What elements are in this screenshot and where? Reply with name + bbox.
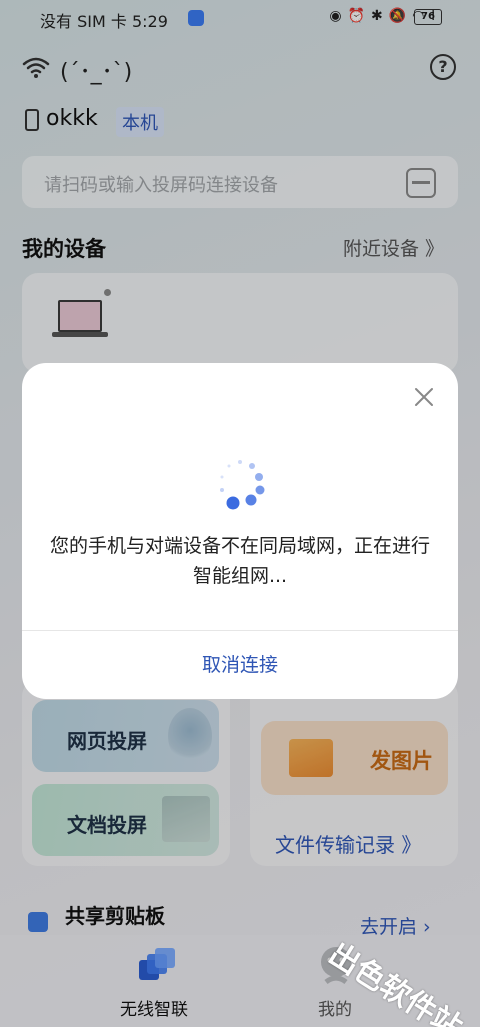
loading-spinner-icon [220,460,265,510]
connecting-dialog: 您的手机与对端设备不在同局域网，正在进行智能组网... 取消连接 [22,363,458,699]
dialog-message: 您的手机与对端设备不在同局域网，正在进行智能组网... [49,535,430,587]
close-icon[interactable] [412,385,436,409]
cancel-connection-button[interactable]: 取消连接 [22,631,458,699]
